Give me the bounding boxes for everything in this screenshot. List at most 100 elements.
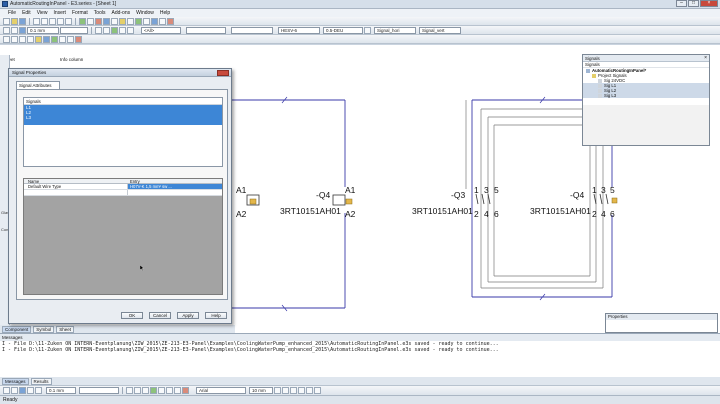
dimension-icon[interactable]: [166, 387, 173, 394]
panel-icon[interactable]: [75, 35, 82, 43]
redo-icon[interactable]: [65, 17, 72, 25]
ok-button[interactable]: OK: [121, 312, 143, 319]
font-field[interactable]: Arial: [196, 387, 246, 394]
menu-view[interactable]: View: [37, 10, 48, 16]
menu-tools[interactable]: Tools: [94, 10, 106, 16]
cable-icon[interactable]: [151, 17, 158, 25]
rect-icon[interactable]: [126, 387, 133, 394]
bold-icon[interactable]: [274, 387, 281, 394]
menu-insert[interactable]: Insert: [53, 10, 66, 16]
open-icon[interactable]: [11, 17, 18, 25]
pointer-icon[interactable]: [3, 35, 10, 43]
connector-icon[interactable]: [51, 35, 58, 43]
terminal-icon[interactable]: [43, 35, 50, 43]
distribute-icon[interactable]: [103, 26, 110, 34]
cancel-button[interactable]: Cancel: [149, 312, 171, 319]
name-column-header[interactable]: Name: [24, 179, 128, 184]
line-style-icon[interactable]: [3, 26, 10, 34]
copy-icon[interactable]: [41, 17, 48, 25]
route-icon[interactable]: [59, 35, 66, 43]
menu-format[interactable]: Format: [72, 10, 88, 16]
view-field[interactable]: [186, 26, 226, 34]
maximize-button[interactable]: □: [688, 0, 699, 7]
menu-file[interactable]: File: [8, 10, 16, 16]
print-icon[interactable]: [103, 17, 110, 25]
fill-icon[interactable]: [27, 387, 34, 394]
line-icon[interactable]: [11, 387, 18, 394]
dialog-title-bar[interactable]: Signal Properties: [9, 69, 231, 77]
attribute-table[interactable]: Name Entry Default Wire Type H07V-K 1,5 …: [23, 178, 223, 295]
tab-signal-attributes[interactable]: Signal Attributes: [16, 81, 60, 89]
table-row[interactable]: [24, 190, 222, 196]
signal-vert-field[interactable]: Signal_vert: [419, 26, 461, 34]
save-icon[interactable]: [19, 17, 26, 25]
dialog-close-button[interactable]: [217, 70, 229, 76]
italic-icon[interactable]: [282, 387, 289, 394]
line-type-field[interactable]: [60, 26, 88, 34]
help-button[interactable]: Help: [205, 312, 227, 319]
color-icon[interactable]: [19, 387, 26, 394]
line-type-field[interactable]: [79, 387, 119, 394]
ellipse-icon[interactable]: [134, 387, 141, 394]
variant-field[interactable]: [231, 26, 273, 34]
rotate-icon[interactable]: [111, 26, 118, 34]
align-right-icon[interactable]: [314, 387, 321, 394]
close-icon[interactable]: ×: [704, 55, 707, 62]
attribute-entry-field[interactable]: [128, 190, 222, 195]
cut-icon[interactable]: [33, 17, 40, 25]
info-column-header[interactable]: Info column: [60, 57, 83, 62]
line-width-field[interactable]: 0.1 mm: [27, 26, 59, 34]
group-icon[interactable]: [127, 26, 134, 34]
line-icon[interactable]: [11, 35, 18, 43]
device-icon[interactable]: [35, 35, 42, 43]
attribute-entry-field[interactable]: H07V-K 1,5 mm² sw ...: [128, 184, 222, 189]
apply-button[interactable]: Apply: [177, 312, 199, 319]
text-icon[interactable]: [159, 17, 166, 25]
tab-messages[interactable]: Messages: [2, 377, 29, 385]
grid-icon[interactable]: [111, 17, 118, 25]
check-icon[interactable]: [167, 17, 174, 25]
delete-icon[interactable]: [95, 17, 102, 25]
minimize-button[interactable]: –: [676, 0, 687, 7]
circle-icon[interactable]: [27, 35, 34, 43]
new-icon[interactable]: [3, 17, 10, 25]
wire-type-field[interactable]: HESV-6: [278, 26, 320, 34]
tab-symbol[interactable]: Symbol: [33, 325, 55, 333]
arc-icon[interactable]: [158, 387, 165, 394]
mirror-icon[interactable]: [119, 26, 126, 34]
connect-icon[interactable]: [135, 17, 142, 25]
table-icon[interactable]: [174, 387, 181, 394]
font-size-field[interactable]: 10 mm: [249, 387, 273, 394]
wire-icon[interactable]: [143, 17, 150, 25]
signal-hori-field[interactable]: Signal_hori: [374, 26, 416, 34]
menu-addons[interactable]: Add-ons: [111, 10, 130, 16]
signals-window-title-bar[interactable]: Signals ×: [583, 55, 709, 62]
rectangle-icon[interactable]: [19, 35, 26, 43]
component-icon[interactable]: [119, 17, 126, 25]
tab-component[interactable]: Component: [2, 325, 32, 333]
align-center-icon[interactable]: [306, 387, 313, 394]
signals-list[interactable]: Signals L1 L2 L3: [23, 97, 223, 167]
color-dropdown-icon[interactable]: [364, 26, 371, 34]
menu-edit[interactable]: Edit: [22, 10, 31, 16]
menu-window[interactable]: Window: [136, 10, 154, 16]
select-icon[interactable]: [3, 387, 10, 394]
cross-section-field[interactable]: 0.5-DEU: [323, 26, 363, 34]
polygon-icon[interactable]: [142, 387, 149, 394]
undo-icon[interactable]: [57, 17, 64, 25]
underline-icon[interactable]: [290, 387, 297, 394]
layer-field[interactable]: <All>: [141, 26, 181, 34]
image-icon[interactable]: [150, 387, 157, 394]
tab-sheet[interactable]: Sheet: [56, 325, 75, 333]
fill-icon[interactable]: [11, 26, 18, 34]
zoom-fit-icon[interactable]: [87, 17, 94, 25]
align-left-icon[interactable]: [298, 387, 305, 394]
color-icon[interactable]: [19, 26, 26, 34]
delete-icon[interactable]: [182, 387, 189, 394]
zoom-icon[interactable]: [79, 17, 86, 25]
entry-column-header[interactable]: Entry: [128, 179, 140, 184]
paste-icon[interactable]: [49, 17, 56, 25]
tree-item[interactable]: Sig L3: [583, 93, 709, 98]
measure-icon[interactable]: [67, 35, 74, 43]
menu-help[interactable]: Help: [160, 10, 170, 16]
